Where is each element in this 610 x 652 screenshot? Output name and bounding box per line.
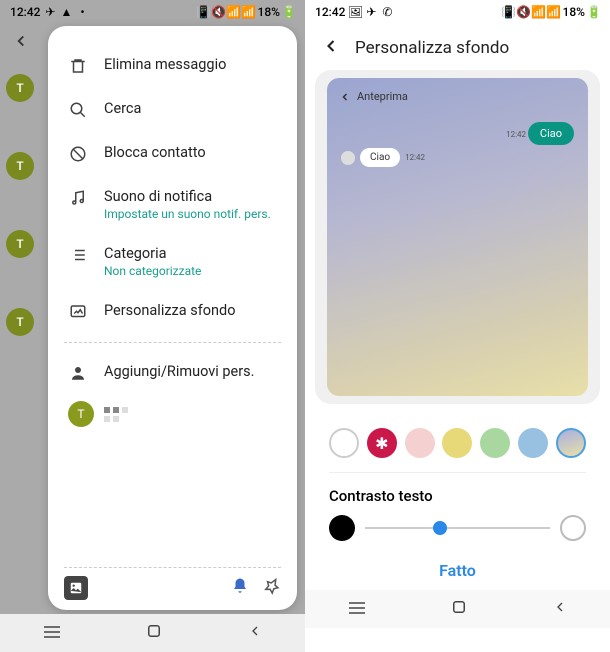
bubble-time: 12:42: [506, 130, 526, 139]
person-row[interactable]: T: [64, 395, 281, 433]
nav-back[interactable]: [247, 623, 263, 643]
color-option-pink[interactable]: [405, 428, 435, 458]
menu-sublabel: Impostate un suono notif. pers.: [104, 207, 277, 221]
bubble-time: 12:42: [405, 153, 425, 162]
conversation-list-bg: T T T T: [0, 24, 40, 652]
color-option-green[interactable]: [480, 428, 510, 458]
done-button[interactable]: Fatto: [329, 555, 586, 582]
menu-label: Blocca contatto: [104, 144, 277, 161]
music-note-icon: [68, 188, 88, 208]
nav-recents[interactable]: [42, 624, 62, 643]
menu-label: Personalizza sfondo: [104, 302, 277, 319]
status-time: 12:42: [10, 5, 40, 19]
wifi-icon: 📶: [533, 6, 545, 18]
whatsapp-icon: ✆: [381, 6, 393, 18]
menu-customize-wallpaper[interactable]: Personalizza sfondo: [64, 290, 281, 334]
mute-icon: 🔇: [518, 6, 530, 18]
preview-header: Anteprima: [339, 90, 576, 103]
trash-icon: [68, 56, 88, 76]
preview-container: Anteprima 12:42 Ciao Ciao 12:42: [315, 70, 600, 404]
color-option-yellow[interactable]: [442, 428, 472, 458]
preview-label: Anteprima: [357, 90, 408, 103]
context-menu-popup: Elimina messaggio Cerca Blocca contatto …: [48, 26, 297, 610]
vibrate-icon: 📳: [198, 6, 210, 18]
menu-delete-message[interactable]: Elimina messaggio: [64, 44, 281, 88]
contrast-slider[interactable]: [365, 527, 550, 529]
conversation-avatar[interactable]: T: [6, 152, 34, 180]
conversation-avatar[interactable]: T: [6, 308, 34, 336]
outgoing-bubble: Ciao: [528, 122, 574, 145]
vibrate-icon: 📳: [503, 6, 515, 18]
nav-back[interactable]: [552, 599, 568, 619]
list-icon: [68, 245, 88, 265]
page-title: Personalizza sfondo: [355, 38, 509, 58]
screen-left-menu: 12:42 ✈ ▲ • 📳 🔇 📶 📶 18% 🔋 T T T T: [0, 0, 305, 652]
color-option-gradient-selected[interactable]: [556, 428, 586, 458]
telegram-icon: ✈: [365, 6, 377, 18]
battery-icon: 🔋: [588, 6, 600, 18]
slider-dark-endpoint[interactable]: [329, 515, 355, 541]
conversation-avatar[interactable]: T: [6, 74, 34, 102]
nav-recents[interactable]: [347, 600, 367, 619]
nav-bar: [305, 590, 610, 628]
status-time: 12:42: [315, 5, 345, 19]
menu-notification-sound[interactable]: Suono di notifica Impostate un suono not…: [64, 176, 281, 233]
back-button[interactable]: [321, 36, 341, 60]
redacted-name: [104, 407, 134, 422]
screen-right-wallpaper: 12:42 🖼 ✈ ✆ 📳 🔇 📶 📶 18% 🔋 Personalizza s…: [305, 0, 610, 652]
contrast-label: Contrasto testo: [329, 487, 586, 505]
slider-light-endpoint[interactable]: [560, 515, 586, 541]
menu-label: Categoria: [104, 245, 277, 262]
gallery-button[interactable]: [64, 576, 88, 600]
controls-panel: ✱ Contrasto testo Fatto: [313, 414, 602, 590]
divider: [64, 342, 281, 343]
person-avatar: T: [68, 401, 94, 427]
slider-thumb[interactable]: [433, 521, 447, 535]
menu-sublabel: Non categorizzate: [104, 264, 277, 278]
battery-icon: 🔋: [283, 6, 295, 18]
menu-add-remove-people[interactable]: Aggiungi/Rimuovi pers.: [64, 351, 281, 395]
signal-icon: 📶: [243, 6, 255, 18]
wallpaper-preview: Anteprima 12:42 Ciao Ciao 12:42: [327, 78, 588, 396]
mute-icon: 🔇: [213, 6, 225, 18]
status-bar: 12:42 🖼 ✈ ✆ 📳 🔇 📶 📶 18% 🔋: [305, 0, 610, 24]
color-option-pattern[interactable]: ✱: [367, 428, 397, 458]
menu-block-contact[interactable]: Blocca contatto: [64, 132, 281, 176]
wifi-icon: 📶: [228, 6, 240, 18]
menu-label: Suono di notifica: [104, 188, 277, 205]
nav-bar: [0, 614, 305, 652]
conversation-avatar[interactable]: T: [6, 230, 34, 258]
bell-icon[interactable]: [231, 577, 249, 599]
contrast-slider-row: [329, 515, 586, 541]
menu-label: Elimina messaggio: [104, 56, 277, 73]
color-option-blue[interactable]: [518, 428, 548, 458]
menu-label: Aggiungi/Rimuovi pers.: [104, 363, 277, 380]
color-picker-row: ✱: [329, 428, 586, 473]
nav-home[interactable]: [145, 622, 163, 644]
block-icon: [68, 144, 88, 164]
dot-icon: •: [76, 6, 88, 18]
telegram-icon: ✈: [44, 6, 56, 18]
nav-home[interactable]: [450, 598, 468, 620]
menu-search[interactable]: Cerca: [64, 88, 281, 132]
color-option-none[interactable]: [329, 428, 359, 458]
status-bar: 12:42 ✈ ▲ • 📳 🔇 📶 📶 18% 🔋: [0, 0, 305, 24]
signal-icon: 📶: [548, 6, 560, 18]
search-icon: [68, 100, 88, 120]
menu-category[interactable]: Categoria Non categorizzate: [64, 233, 281, 290]
battery-pct: 18%: [563, 5, 585, 19]
pin-icon[interactable]: [263, 577, 281, 599]
app-icon: ▲: [60, 6, 72, 18]
menu-label: Cerca: [104, 100, 277, 117]
edit-icon: [68, 302, 88, 322]
gallery-notif-icon: 🖼: [349, 6, 361, 18]
battery-pct: 18%: [258, 5, 280, 19]
bubble-avatar-icon: [341, 151, 355, 165]
incoming-bubble: Ciao: [360, 148, 400, 167]
page-header: Personalizza sfondo: [305, 24, 610, 70]
person-icon: [68, 363, 88, 383]
